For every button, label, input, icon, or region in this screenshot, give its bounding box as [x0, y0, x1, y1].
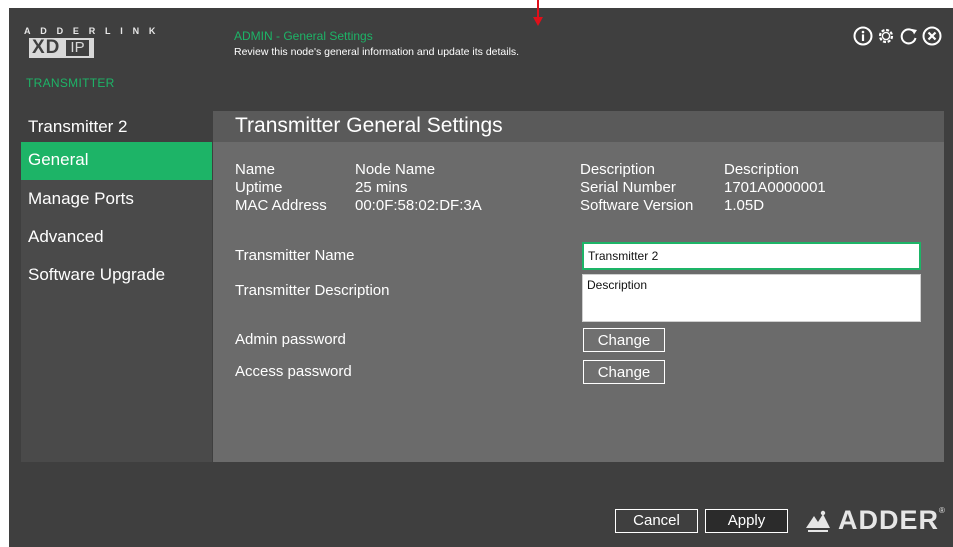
sidebar-item-manage-ports[interactable]: Manage Ports [21, 180, 212, 218]
close-icon[interactable] [922, 26, 942, 46]
info-label-description: Description [580, 161, 656, 178]
registered-mark: ® [939, 506, 945, 515]
page-title: ADMIN - General Settings [234, 29, 373, 43]
info-value-description: Description [724, 161, 800, 178]
sidebar-item-advanced[interactable]: Advanced [21, 218, 212, 256]
info-label-mac: MAC Address [235, 197, 327, 214]
adder-emblem-icon [806, 510, 830, 532]
adder-wordmark: ADDER [838, 505, 940, 535]
info-value-name: Node Name [355, 161, 436, 178]
node-name-heading: Transmitter 2 [21, 111, 211, 142]
info-label-serial: Serial Number [580, 179, 676, 196]
settings-panel: Name Node Name Uptime 25 mins MAC Addres… [213, 142, 944, 462]
sidebar-nav: General Manage Ports Advanced Software U… [21, 142, 212, 462]
refresh-icon[interactable] [899, 26, 919, 46]
settings-gear-icon[interactable] [876, 26, 896, 46]
product-ip: IP [64, 38, 91, 58]
transmitter-name-label: Transmitter Name [235, 247, 355, 264]
admin-password-label: Admin password [235, 331, 346, 348]
sidebar-item-general[interactable]: General [21, 142, 212, 180]
info-value-uptime: 25 mins [355, 179, 408, 196]
product-xd: XD [32, 37, 61, 58]
info-value-software-version: 1.05D [724, 197, 765, 214]
transmitter-description-input[interactable]: Description [582, 274, 921, 322]
cancel-button[interactable]: Cancel [615, 509, 698, 533]
info-value-serial: 1701A0000001 [724, 179, 826, 196]
page-subtitle: Review this node's general information a… [234, 46, 520, 58]
sidebar-item-software-upgrade[interactable]: Software Upgrade [21, 256, 212, 294]
info-icon[interactable] [853, 26, 873, 46]
access-password-label: Access password [235, 363, 352, 380]
info-value-mac: 00:0F:58:02:DF:3A [355, 197, 482, 214]
apply-button[interactable]: Apply [705, 509, 788, 533]
annotation-arrow-icon [533, 0, 543, 26]
section-title: Transmitter General Settings [235, 114, 503, 137]
adder-logo: ADDER ® [804, 505, 945, 536]
section-title-bar: Transmitter General Settings [213, 111, 944, 142]
brand-wordmark: ADDERLINK [24, 26, 166, 36]
xdip-badge: XD IP [29, 37, 94, 58]
transmitter-name-input[interactable] [582, 242, 921, 270]
header-toolbar [853, 26, 942, 46]
info-label-uptime: Uptime [235, 179, 283, 196]
info-label-software-version: Software Version [580, 197, 694, 214]
transmitter-description-label: Transmitter Description [235, 282, 390, 299]
admin-password-change-button[interactable]: Change [583, 328, 665, 352]
adderlink-xdip-logo: ADDERLINK XD IP TRANSMITTER [24, 26, 214, 106]
info-label-name: Name [235, 161, 276, 178]
access-password-change-button[interactable]: Change [583, 360, 665, 384]
device-role: TRANSMITTER [26, 76, 115, 90]
